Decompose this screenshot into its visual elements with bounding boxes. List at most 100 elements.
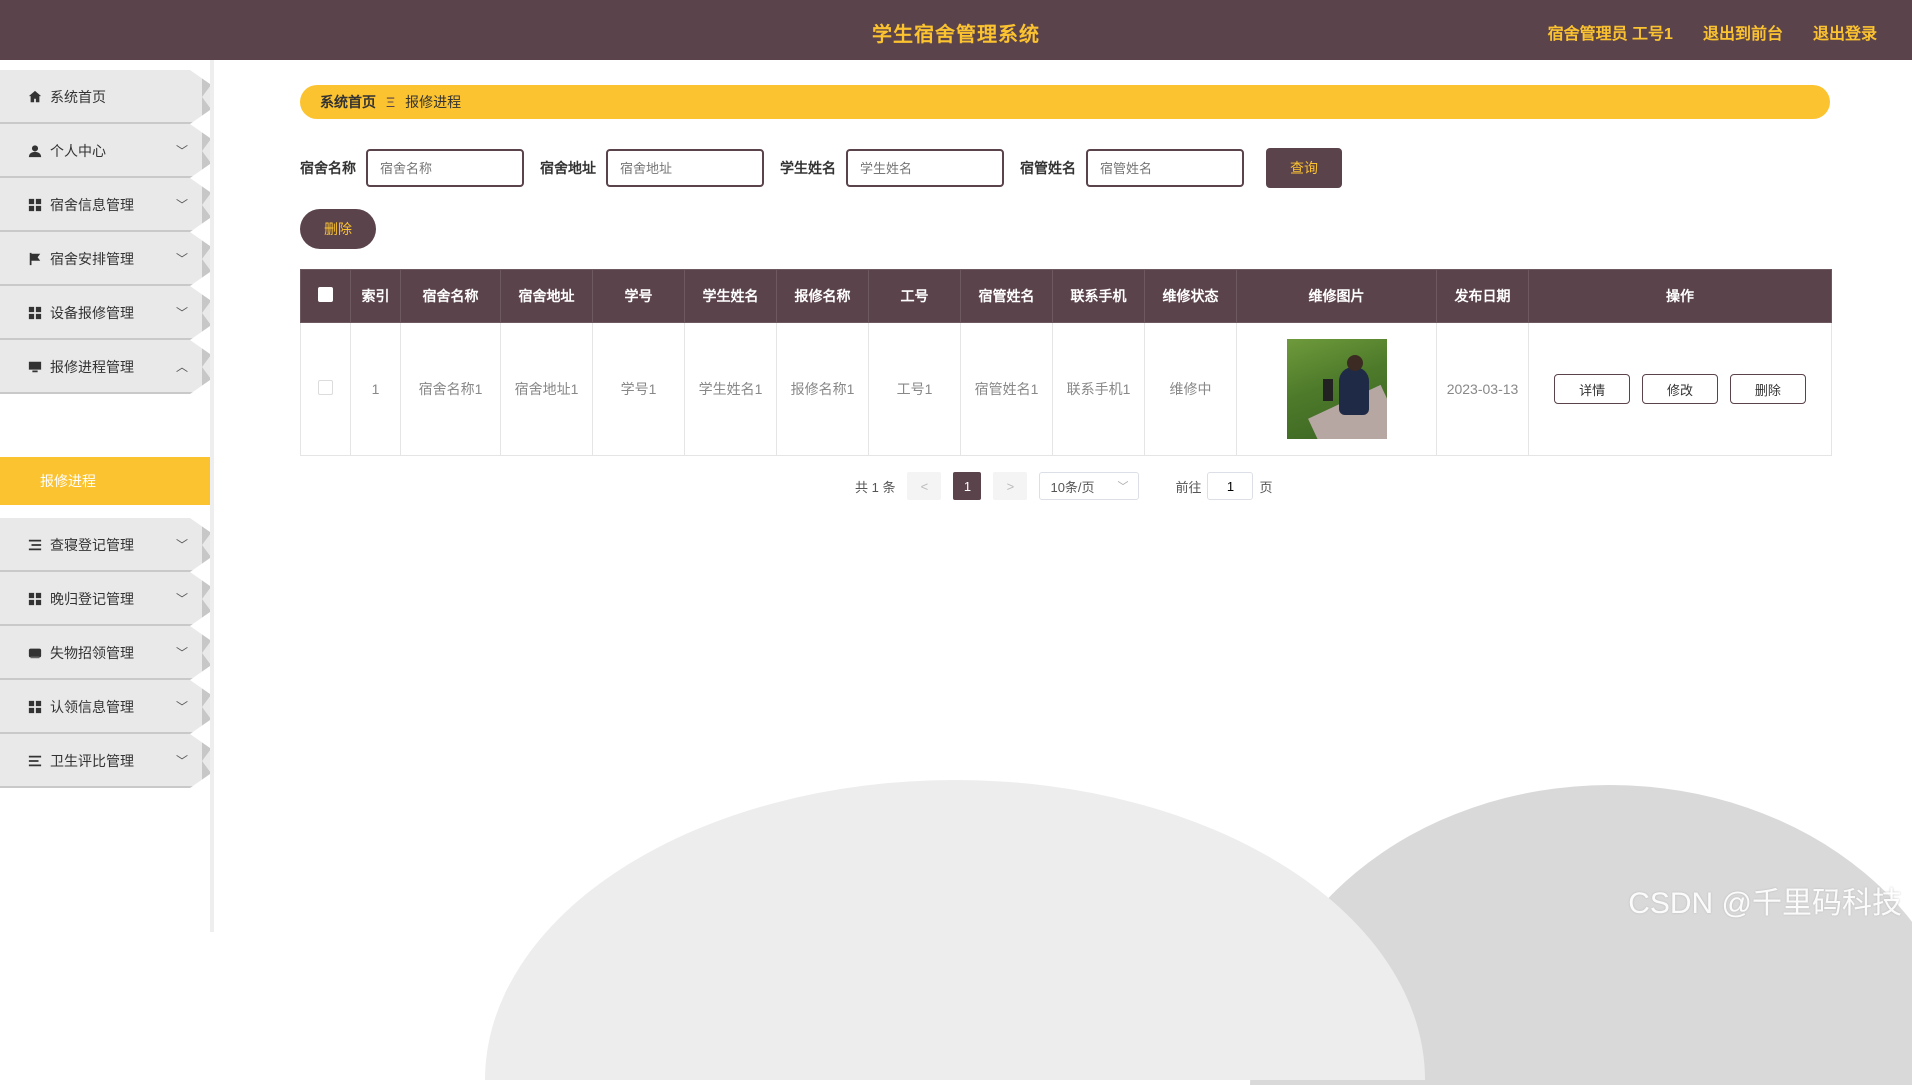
sidebar: 系统首页 个人中心 ﹀ 宿舍信息管理 ﹀ 宿舍安排管理 ﹀ 设备报修管理 ﹀ 报…: [0, 60, 214, 932]
user-icon: [28, 145, 42, 158]
sidebar-item-label: 个人中心: [50, 143, 106, 159]
chevron-up-icon: ︿: [175, 360, 188, 374]
sidebar-item-dorm-arrange[interactable]: 宿舍安排管理 ﹀: [0, 232, 210, 286]
grid-icon: [28, 306, 42, 320]
sidebar-item-label: 报修进程管理: [50, 359, 134, 375]
chevron-down-icon: ﹀: [175, 144, 188, 158]
cell-date: 2023-03-13: [1436, 322, 1529, 456]
sidebar-subitem-repair-progress[interactable]: 报修进程: [0, 457, 210, 505]
cell-index: 1: [350, 322, 401, 456]
chevron-down-icon: ﹀: [175, 198, 188, 212]
sidebar-item-label: 宿舍安排管理: [50, 251, 134, 267]
sidebar-item-home[interactable]: 系统首页: [0, 70, 210, 124]
edit-button[interactable]: 修改: [1642, 374, 1718, 404]
sidebar-item-hygiene[interactable]: 卫生评比管理 ﹀: [0, 734, 210, 788]
row-delete-button[interactable]: 删除: [1729, 374, 1806, 404]
sidebar-item-dorm-info[interactable]: 宿舍信息管理 ﹀: [0, 178, 210, 232]
cell-dorm-address: 宿舍地址1: [500, 322, 593, 456]
sidebar-item-label: 失物招领管理: [50, 645, 134, 661]
manager-name-input[interactable]: [1086, 149, 1244, 187]
sidebar-item-repair[interactable]: 设备报修管理 ﹀: [0, 286, 210, 340]
sidebar-item-check-dorm[interactable]: 查寝登记管理 ﹀: [0, 518, 210, 572]
sidebar-subitem-label: 报修进程: [40, 473, 96, 489]
column-header: 索引: [350, 269, 401, 323]
row-checkbox[interactable]: [318, 380, 333, 395]
detail-button[interactable]: 详情: [1554, 374, 1631, 404]
repair-photo[interactable]: [1286, 339, 1387, 439]
sidebar-item-label: 宿舍信息管理: [50, 197, 134, 213]
cell-repair-image: [1236, 322, 1437, 456]
column-header: 宿管姓名: [960, 269, 1053, 323]
back-to-front-link[interactable]: 退出到前台: [1703, 20, 1783, 44]
prev-page-button[interactable]: <: [907, 472, 942, 500]
sidebar-item-repair-progress[interactable]: 报修进程管理 ︿: [0, 340, 210, 394]
column-header: 学生姓名: [684, 269, 777, 323]
column-header: 维修状态: [1144, 269, 1237, 323]
breadcrumb: 系统首页 Ξ 报修进程: [300, 85, 1830, 119]
goto-suffix: 页: [1259, 479, 1273, 495]
breadcrumb-separator: Ξ: [386, 94, 396, 110]
sidebar-item-lost-found[interactable]: 失物招领管理 ﹀: [0, 626, 210, 680]
chevron-down-icon: ﹀: [175, 306, 188, 320]
repair-progress-table: 索引 宿舍名称 宿舍地址 学号 学生姓名 报修名称 工号 宿管姓名 联系手机 维…: [300, 269, 1832, 456]
grid-icon: [28, 592, 42, 606]
search-field-student-name: 学生姓名: [780, 149, 1004, 187]
goto-prefix: 前往: [1175, 479, 1202, 495]
cell-repair-name: 报修名称1: [776, 322, 869, 456]
current-user: 宿舍管理员 工号1: [1547, 26, 1673, 43]
grid-icon: [28, 198, 42, 212]
sidebar-item-personal-center[interactable]: 个人中心 ﹀: [0, 124, 210, 178]
cell-phone: 联系手机1: [1052, 322, 1145, 456]
monitor-icon: [28, 361, 42, 373]
column-header: 报修名称: [776, 269, 869, 323]
goto-page-input[interactable]: [1207, 472, 1254, 500]
breadcrumb-current: 报修进程: [405, 94, 462, 110]
sidebar-item-label: 设备报修管理: [50, 305, 134, 321]
student-name-input[interactable]: [846, 149, 1004, 187]
table-row: 1 宿舍名称1 宿舍地址1 学号1 学生姓名1 报修名称1 工号1 宿管姓名1 …: [300, 322, 1832, 456]
chevron-down-icon: ﹀: [175, 252, 188, 266]
cell-manager-name: 宿管姓名1: [960, 322, 1053, 456]
next-page-button[interactable]: >: [993, 472, 1028, 500]
sidebar-item-label: 系统首页: [50, 89, 106, 105]
dorm-address-input[interactable]: [606, 149, 764, 187]
top-header: 学生宿舍管理系统 宿舍管理员 工号1 退出到前台 退出登录: [0, 0, 1912, 60]
total-count: 共 1 条: [855, 479, 896, 495]
cell-staff-no: 工号1: [868, 322, 961, 456]
column-header: 宿舍名称: [400, 269, 501, 323]
select-all-cell[interactable]: [300, 269, 351, 323]
chevron-down-icon: ﹀: [175, 592, 188, 606]
list-icon: [28, 755, 42, 767]
flag-icon: [29, 252, 41, 266]
date-text: 2023-03-13: [1446, 381, 1519, 397]
column-header: 维修图片: [1236, 269, 1437, 323]
sidebar-item-label: 查寝登记管理: [50, 537, 134, 553]
cell-student-no: 学号1: [592, 322, 685, 456]
dorm-name-input[interactable]: [366, 149, 524, 187]
search-field-dorm-name: 宿舍名称: [300, 149, 524, 187]
sidebar-item-claim-info[interactable]: 认领信息管理 ﹀: [0, 680, 210, 734]
grid-icon: [28, 700, 42, 714]
logout-link[interactable]: 退出登录: [1813, 20, 1877, 44]
page-size-value: 10条/页: [1050, 479, 1095, 495]
chevron-down-icon: ﹀: [175, 754, 188, 768]
cell-actions: 详情 修改 删除: [1528, 322, 1832, 456]
sidebar-item-late-return[interactable]: 晚归登记管理 ﹀: [0, 572, 210, 626]
table-header-row: 索引 宿舍名称 宿舍地址 学号 学生姓名 报修名称 工号 宿管姓名 联系手机 维…: [300, 269, 1832, 323]
page-size-select[interactable]: 10条/页 ﹀: [1039, 472, 1140, 500]
sidebar-item-label: 晚归登记管理: [50, 591, 134, 607]
breadcrumb-home[interactable]: 系统首页: [320, 92, 376, 112]
batch-delete-button[interactable]: 删除: [300, 209, 376, 249]
column-header: 联系手机: [1052, 269, 1145, 323]
column-header: 学号: [592, 269, 685, 323]
page-number-1[interactable]: 1: [953, 472, 982, 500]
search-label: 宿管姓名: [1020, 160, 1076, 176]
watermark: CSDN @千里码科技: [1628, 887, 1902, 920]
query-button[interactable]: 查询: [1266, 148, 1342, 188]
column-header: 操作: [1528, 269, 1832, 323]
search-field-dorm-addr: 宿舍地址: [540, 149, 764, 187]
sidebar-item-label: 认领信息管理: [50, 699, 134, 715]
select-all-checkbox[interactable]: [318, 287, 333, 302]
box-icon: [28, 648, 42, 659]
search-label: 宿舍地址: [540, 160, 596, 176]
